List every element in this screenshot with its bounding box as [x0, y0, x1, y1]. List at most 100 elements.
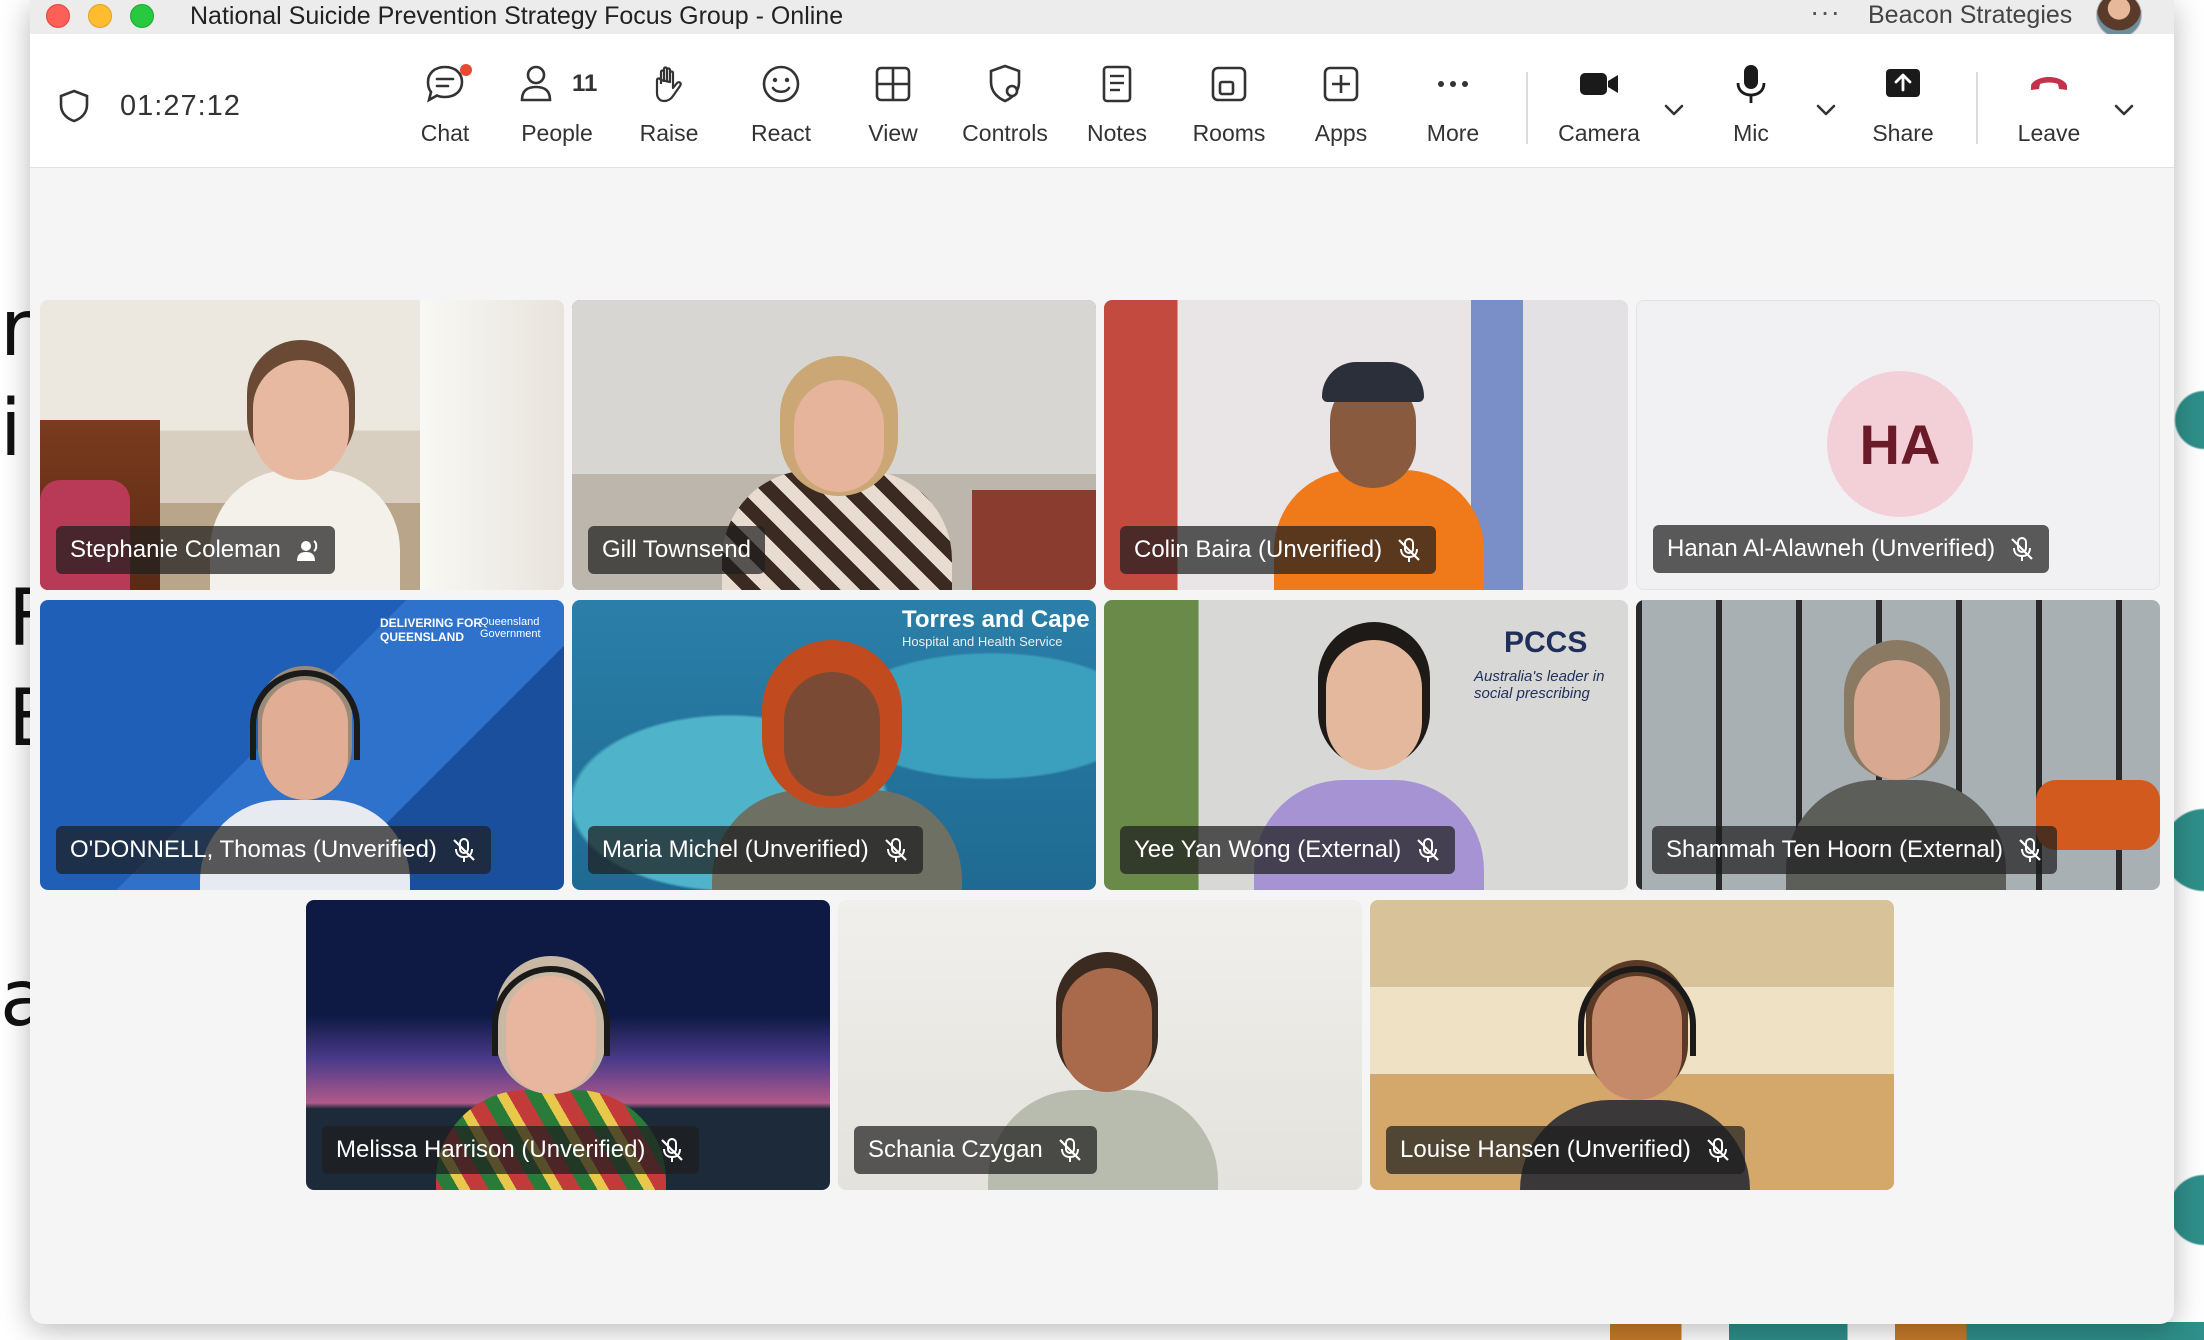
people-button[interactable]: 11 People	[502, 62, 612, 162]
participant-name: Yee Yan Wong (External)	[1134, 836, 1402, 863]
minimize-window-button[interactable]	[88, 4, 112, 28]
chat-button[interactable]: Chat	[390, 62, 500, 162]
more-button-label: More	[1426, 120, 1480, 146]
ellipsis-icon	[1438, 81, 1468, 87]
participant-name-tag: Melissa Harrison (Unverified)	[322, 1126, 700, 1174]
background-logo-text: Torres and Cape	[902, 606, 1090, 633]
background-logo-subtext: Australia's leader in social prescribing	[1474, 668, 1605, 702]
video-person-face	[794, 380, 884, 492]
apps-button[interactable]: Apps	[1286, 62, 1396, 162]
mic-button[interactable]: Mic	[1696, 62, 1806, 162]
person-icon	[520, 65, 552, 102]
speaking-person-icon	[296, 540, 318, 561]
notes-icon	[1102, 65, 1132, 103]
camera-icon	[1580, 73, 1618, 95]
notes-button-label: Notes	[1086, 120, 1148, 146]
people-count: 11	[572, 70, 598, 97]
participant-name-tag: Louise Hansen (Unverified)	[1386, 1126, 1745, 1174]
participant-name-tag: Schania Czygan	[854, 1126, 1097, 1174]
mic-muted-icon	[661, 1138, 684, 1162]
leave-options-chevron-icon[interactable]	[2110, 96, 2138, 124]
smiley-icon	[762, 65, 800, 103]
participant-name: Hanan Al-Alawneh (Unverified)	[1667, 535, 1996, 562]
window-title: National Suicide Prevention Strategy Foc…	[190, 2, 844, 30]
participant-tile[interactable]: DELIVERING FOR QUEENSLAND Queensland Gov…	[40, 600, 564, 890]
hand-icon	[655, 66, 682, 103]
rooms-button-label: Rooms	[1192, 120, 1266, 146]
user-avatar[interactable]	[2096, 0, 2142, 38]
chat-button-label: Chat	[420, 120, 470, 146]
mic-button-label: Mic	[1733, 120, 1769, 146]
title-more-icon[interactable]: ···	[1810, 0, 1841, 28]
participant-tile[interactable]: Schania Czygan	[838, 900, 1362, 1190]
participant-name: Melissa Harrison (Unverified)	[336, 1136, 646, 1163]
meeting-timer: 01:27:12	[120, 90, 241, 122]
mic-options-chevron-icon[interactable]	[1812, 96, 1840, 124]
org-name: Beacon Strategies	[1868, 1, 2073, 29]
video-chairs	[972, 490, 1096, 590]
hang-up-icon	[2031, 77, 2067, 90]
participant-tile[interactable]: Stephanie Coleman	[40, 300, 564, 590]
title-bar: National Suicide Prevention Strategy Foc…	[30, 0, 2174, 38]
camera-button[interactable]: Camera	[1544, 62, 1654, 162]
participant-name: Shammah Ten Hoorn (External)	[1666, 836, 2004, 863]
participant-tile[interactable]: Shammah Ten Hoorn (External)	[1636, 600, 2160, 890]
participant-tile[interactable]: Torres and Cape Hospital and Health Serv…	[572, 600, 1096, 890]
participant-tile[interactable]: Melissa Harrison (Unverified)	[306, 900, 830, 1190]
participant-tile[interactable]: PCCS Australia's leader in social prescr…	[1104, 600, 1628, 890]
chat-unread-badge	[460, 64, 472, 76]
participant-name: Stephanie Coleman	[70, 536, 281, 563]
video-cap	[1322, 362, 1424, 402]
participant-tile[interactable]: Louise Hansen (Unverified)	[1370, 900, 1894, 1190]
participant-name: Colin Baira (Unverified)	[1134, 536, 1383, 563]
shield-icon[interactable]	[58, 89, 90, 123]
close-window-button[interactable]	[46, 4, 70, 28]
background-strip	[1610, 1322, 2204, 1340]
participant-tile[interactable]: Colin Baira (Unverified)	[1104, 300, 1628, 590]
toolbar-separator	[1976, 72, 1978, 144]
camera-options-chevron-icon[interactable]	[1660, 96, 1688, 124]
video-person-face	[1326, 640, 1422, 770]
share-button[interactable]: Share	[1848, 62, 1958, 162]
shield-gear-icon	[989, 64, 1021, 103]
participant-name-tag: Stephanie Coleman	[56, 526, 335, 574]
participant-name-tag: Maria Michel (Unverified)	[588, 826, 923, 874]
participant-name: Maria Michel (Unverified)	[602, 836, 869, 863]
microphone-icon	[1736, 65, 1766, 103]
video-person-face	[253, 360, 349, 480]
react-button-label: React	[750, 120, 812, 146]
zoom-window-button[interactable]	[130, 4, 154, 28]
participant-name: Schania Czygan	[868, 1136, 1043, 1163]
mic-muted-icon	[453, 838, 475, 862]
plus-square-icon	[1323, 66, 1359, 102]
grid-icon	[875, 66, 911, 102]
participant-name: Gill Townsend	[602, 536, 751, 563]
participant-name: O'DONNELL, Thomas (Unverified)	[70, 836, 437, 863]
video-person-face	[784, 672, 880, 796]
more-button[interactable]: More	[1398, 62, 1508, 162]
meeting-toolbar: 01:27:12 Chat 11 People Raise React View…	[30, 34, 2174, 168]
mic-muted-icon	[1707, 1138, 1729, 1162]
participant-name-tag: Yee Yan Wong (External)	[1120, 826, 1456, 874]
video-person-face	[1854, 660, 1940, 780]
participant-name-tag: Gill Townsend	[588, 526, 765, 574]
rooms-button[interactable]: Rooms	[1174, 62, 1284, 162]
background-logo-text: PCCS	[1504, 626, 1588, 659]
participant-initials-avatar: HA	[1827, 371, 1973, 517]
background-logo-subtext: Hospital and Health Service	[902, 634, 1063, 649]
raise-hand-button[interactable]: Raise	[614, 62, 724, 162]
share-icon	[1886, 69, 1920, 97]
notes-button[interactable]: Notes	[1062, 62, 1172, 162]
controls-button[interactable]: Controls	[950, 62, 1060, 162]
participant-tile[interactable]: HA Hanan Al-Alawneh (Unverified)	[1636, 300, 2160, 590]
view-button-label: View	[868, 120, 918, 146]
react-button[interactable]: React	[726, 62, 836, 162]
leave-button[interactable]: Leave	[1994, 62, 2104, 162]
video-person-face	[1062, 968, 1152, 1092]
participant-tile-active[interactable]: Gill Townsend	[572, 300, 1096, 590]
mic-muted-icon	[1059, 1138, 1081, 1162]
toolbar-separator	[1526, 72, 1528, 144]
view-button[interactable]: View	[838, 62, 948, 162]
background-logo-text: Queensland Government	[480, 616, 541, 640]
mic-muted-icon	[1398, 538, 1420, 562]
